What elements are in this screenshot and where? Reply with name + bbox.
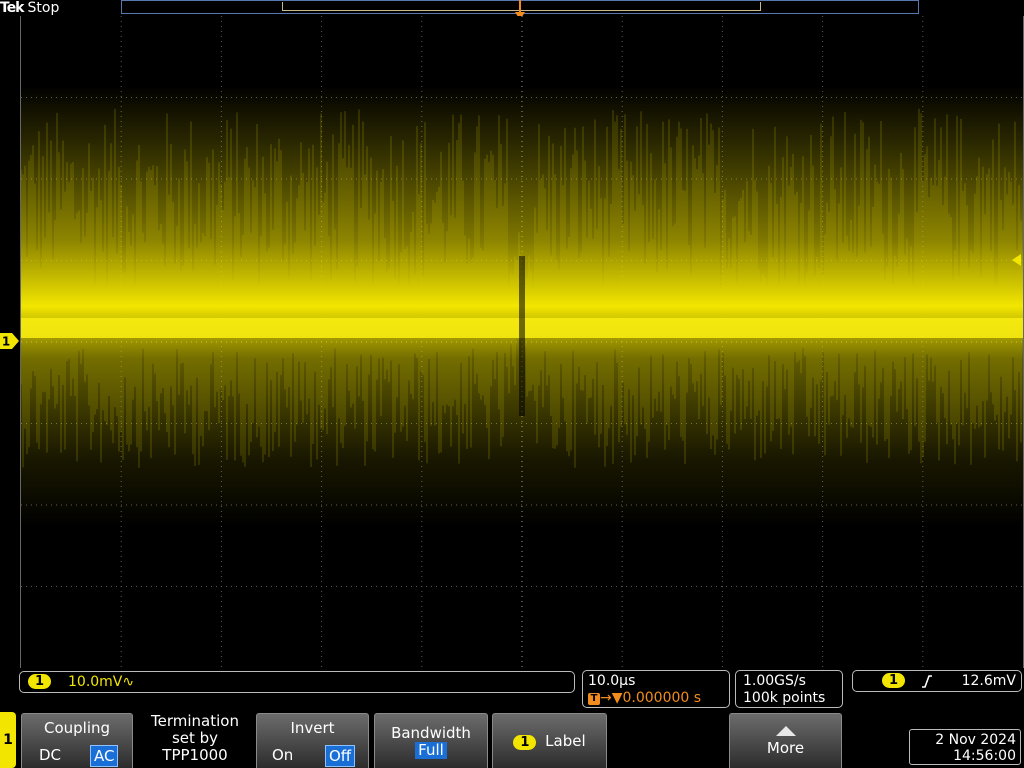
date-time-display: 2 Nov 2024 14:56:00 <box>909 729 1021 765</box>
waveform-graticule <box>20 16 1024 668</box>
time: 14:56:00 <box>953 748 1016 764</box>
trigger-position-t-icon: T <box>588 693 600 705</box>
invert-on-option[interactable]: On <box>269 745 296 765</box>
coupling-ac-option[interactable]: AC <box>90 745 119 767</box>
channel1-scale: 10.0mV <box>68 674 123 690</box>
trigger-source-badge: 1 <box>882 673 906 688</box>
brand-logo: Tek <box>0 0 24 16</box>
sample-rate: 1.00GS/s <box>743 673 806 689</box>
run-stop-status: Stop <box>27 0 60 16</box>
channel1-marker-label: 1 <box>2 335 10 349</box>
trigger-level-marker[interactable] <box>1009 254 1021 266</box>
more-button[interactable]: More <box>729 713 842 768</box>
coupling-dc-option[interactable]: DC <box>36 745 64 765</box>
label-text: Label <box>545 732 586 750</box>
horizontal-readout[interactable]: 10.0µs T →▼0.000000 s <box>582 670 730 708</box>
channel1-ground-marker[interactable]: 1 <box>0 333 19 349</box>
rising-edge-icon <box>922 675 932 688</box>
trigger-level: 12.6mV <box>961 673 1016 689</box>
bandwidth-button[interactable]: Bandwidth Full <box>374 713 488 768</box>
delay-arrow-icon: →▼ <box>600 690 623 706</box>
time-per-div: 10.0µs <box>588 673 636 689</box>
more-label: More <box>766 739 805 757</box>
ac-coupling-icon: ∿ <box>122 674 135 690</box>
channel1-badge: 1 <box>28 674 52 689</box>
trigger-readout[interactable]: 1 12.6mV <box>852 670 1022 692</box>
invert-title: Invert <box>290 719 335 737</box>
date: 2 Nov 2024 <box>935 732 1016 748</box>
termination-info: Termination set by TPP1000 <box>140 713 250 764</box>
invert-button[interactable]: Invert On Off <box>256 713 369 768</box>
coupling-title: Coupling <box>43 719 111 737</box>
termination-line1: Termination <box>151 712 239 730</box>
termination-line3: TPP1000 <box>162 746 228 764</box>
acquisition-readout[interactable]: 1.00GS/s 100k points <box>735 670 843 708</box>
trigger-notch <box>519 256 525 416</box>
bandwidth-value: Full <box>415 742 447 759</box>
channel1-readout[interactable]: 1 10.0mV∿ <box>19 671 575 693</box>
invert-off-option[interactable]: Off <box>325 745 356 767</box>
label-button[interactable]: 1 Label <box>492 713 607 768</box>
record-length: 100k points <box>743 690 826 706</box>
channel1-menu-tab[interactable]: 1 <box>0 712 16 768</box>
up-arrow-icon <box>776 726 796 736</box>
bandwidth-title: Bandwidth <box>391 724 471 742</box>
label-channel-badge: 1 <box>513 735 537 750</box>
horizontal-position: 0.000000 s <box>622 690 702 706</box>
coupling-button[interactable]: Coupling DC AC <box>21 713 133 768</box>
termination-line2: set by <box>171 729 219 747</box>
